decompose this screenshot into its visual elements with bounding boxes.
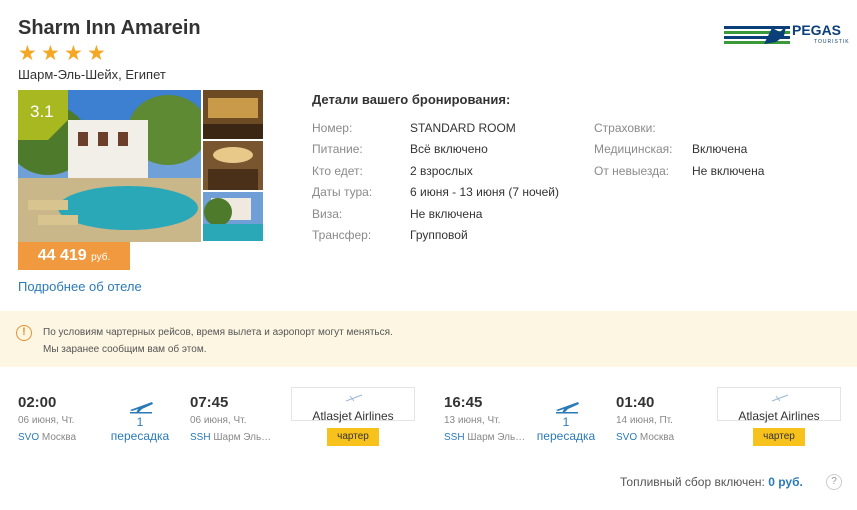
price-currency: руб. [91, 252, 111, 263]
hotel-details-link[interactable]: Подробнее об отеле [18, 279, 142, 294]
detail-label-dates: Даты тура: [312, 185, 373, 199]
flight-back-airline-name: Atlasjet Airlines [738, 409, 820, 423]
flight-out-charter-badge: чартер [327, 428, 379, 446]
warning-icon: ! [16, 325, 32, 341]
airport-city: Шарм Эль… [467, 432, 526, 443]
notice-line-2: Мы заранее сообщим вам об этом. [43, 344, 207, 355]
help-icon[interactable]: ? [826, 474, 842, 490]
logo-subtext: TOURISTIK [814, 39, 850, 45]
airport-code[interactable]: SVO [18, 432, 39, 443]
detail-value-medical: Включена [692, 142, 748, 156]
detail-label-meals: Питание: [312, 142, 363, 156]
hotel-photo-thumb[interactable] [203, 192, 263, 241]
flight-back-arrival-airport: SVO Москва [616, 432, 674, 443]
star-icon: ★ [87, 42, 106, 65]
detail-value-transfer: Групповой [410, 228, 468, 242]
flight-out-departure-airport: SVO Москва [18, 432, 76, 443]
flight-out-arrival-time: 07:45 [190, 394, 229, 411]
charter-notice: ! По условиям чартерных рейсов, время вы… [0, 311, 857, 367]
flight-out-departure-time: 02:00 [18, 394, 57, 411]
notice-line-1: По условиям чартерных рейсов, время выле… [43, 327, 393, 338]
airport-city: Москва [639, 432, 675, 443]
hotel-location: Шарм-Эль-Шейх, Египет [18, 67, 166, 82]
star-icon: ★ [64, 42, 83, 65]
price-value: 44 419 [37, 247, 87, 264]
detail-label-transfer: Трансфер: [312, 228, 372, 242]
airline-logo-icon [771, 394, 789, 402]
detail-label-room: Номер: [312, 121, 353, 135]
flight-back-departure-airport: SSH Шарм Эль… [444, 432, 525, 443]
hotel-photo-thumb[interactable] [203, 90, 263, 139]
flight-back-stops[interactable]: 1 пересадка [531, 415, 601, 443]
stops-label: пересадка [110, 429, 170, 443]
logo-text: PEGAS [792, 22, 842, 38]
flight-back-arrival-time: 01:40 [616, 394, 655, 411]
airport-city: Москва [41, 432, 77, 443]
flight-out-stops[interactable]: 1 пересадка [105, 415, 175, 443]
fuel-value: 0 руб. [768, 475, 803, 489]
detail-label-guests: Кто едет: [312, 164, 363, 178]
plane-departure-icon [556, 402, 579, 414]
star-icon: ★ [41, 42, 60, 65]
plane-departure-icon [130, 402, 153, 414]
flight-back-departure-time: 16:45 [444, 394, 483, 411]
price-box: 44 419 руб. [18, 242, 130, 270]
airport-code[interactable]: SSH [190, 432, 211, 443]
detail-value-visa: Не включена [410, 207, 483, 221]
detail-value-dates: 6 июня - 13 июня (7 ночей) [410, 185, 560, 199]
pegas-logo: PEGAS TOURISTIK [724, 22, 849, 50]
flight-out-arrival-date: 06 июня, Чт. [190, 415, 247, 426]
flight-out-airline-name: Atlasjet Airlines [312, 409, 394, 423]
hotel-stars: ★ ★ ★ ★ [18, 42, 107, 65]
airport-city: Шарм Эль… [213, 432, 272, 443]
stops-label: пересадка [536, 429, 596, 443]
detail-value-guests: 2 взрослых [410, 164, 473, 178]
flight-back-arrival-date: 14 июня, Пт. [616, 415, 673, 426]
detail-label-visa: Виза: [312, 207, 343, 221]
detail-label-insurance: Страховки: [594, 121, 656, 135]
stops-count: 1 [136, 415, 144, 429]
stops-count: 1 [562, 415, 570, 429]
star-icon: ★ [18, 42, 37, 65]
hotel-name: Sharm Inn Amarein [18, 17, 201, 39]
airline-logo-icon [345, 394, 363, 402]
detail-value-room: STANDARD ROOM [410, 121, 516, 135]
detail-value-meals: Всё включено [410, 142, 488, 156]
fuel-surcharge: Топливный сбор включен: 0 руб. [620, 475, 803, 489]
flight-out-departure-date: 06 июня, Чт. [18, 415, 75, 426]
fuel-label: Топливный сбор включен: [620, 475, 765, 489]
flight-back-departure-date: 13 июня, Чт. [444, 415, 501, 426]
airport-code[interactable]: SSH [444, 432, 465, 443]
detail-label-medical: Медицинская: [594, 142, 673, 156]
detail-label-cancellation: От невыезда: [594, 164, 670, 178]
flight-out-arrival-airport: SSH Шарм Эль… [190, 432, 271, 443]
airport-code[interactable]: SVO [616, 432, 637, 443]
booking-details-title: Детали вашего бронирования: [312, 92, 511, 107]
detail-value-cancellation: Не включена [692, 164, 765, 178]
flight-back-charter-badge: чартер [753, 428, 805, 446]
hotel-photo-thumb[interactable] [203, 141, 263, 190]
